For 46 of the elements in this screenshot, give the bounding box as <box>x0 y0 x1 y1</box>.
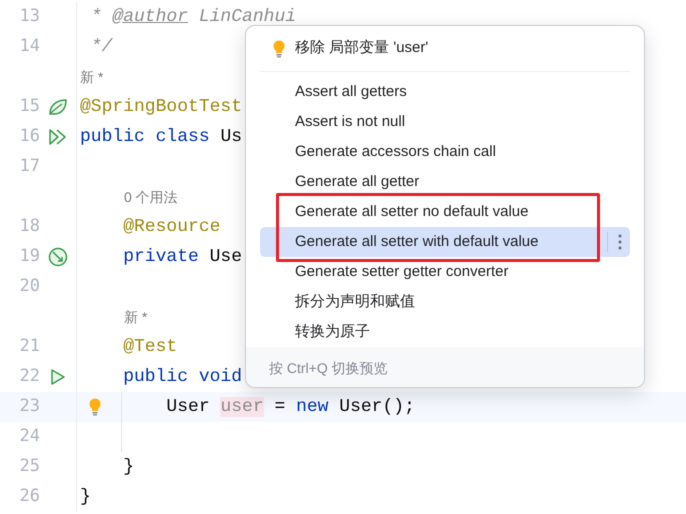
code-line: private Use <box>122 246 242 268</box>
popup-footer: 按 Ctrl+Q 切换预览 <box>269 358 388 378</box>
inlay-hint[interactable]: 新 * <box>124 306 148 328</box>
run-icon[interactable] <box>49 368 67 386</box>
code-line: @Resource <box>122 216 220 238</box>
bulb-icon[interactable] <box>273 40 285 58</box>
line-number: 19 <box>20 246 40 266</box>
line-number: 20 <box>20 276 40 296</box>
line-number: 13 <box>20 6 40 26</box>
line-number: 26 <box>20 486 40 506</box>
popup-header[interactable]: 移除 局部变量 'user' <box>295 37 428 60</box>
code-line: public class Us <box>80 126 242 148</box>
more-icon[interactable] <box>618 234 622 250</box>
menu-item[interactable]: 转换为原子 <box>260 317 630 347</box>
menu-item[interactable]: Generate all getter <box>260 167 630 197</box>
line-number: 17 <box>20 156 40 176</box>
bulb-icon[interactable] <box>89 398 101 416</box>
bean-icon[interactable] <box>48 247 68 267</box>
code-line: public void <box>122 366 242 388</box>
menu-item[interactable]: Assert all getters <box>260 77 630 107</box>
menu-item[interactable]: Generate setter getter converter <box>260 257 630 287</box>
menu-item[interactable]: Generate accessors chain call <box>260 137 630 167</box>
line-number: 23 <box>20 396 40 416</box>
code-line: } <box>80 486 91 508</box>
leaf-icon[interactable] <box>48 98 68 116</box>
line-number: 22 <box>20 366 40 386</box>
inlay-hint[interactable]: 0 个用法 <box>124 186 178 208</box>
code-line: } <box>122 456 134 478</box>
menu-item[interactable]: Generate all setter no default value <box>260 197 630 227</box>
double-run-icon[interactable] <box>48 128 68 146</box>
line-number: 16 <box>20 126 40 146</box>
line-number: 21 <box>20 336 40 356</box>
line-number: 14 <box>20 36 40 56</box>
line-number: 24 <box>20 426 40 446</box>
line-number: 18 <box>20 216 40 236</box>
line-number: 15 <box>20 96 40 116</box>
code-line: @SpringBootTest <box>80 96 242 118</box>
line-number: 25 <box>20 456 40 476</box>
menu-item[interactable]: Assert is not null <box>260 107 630 137</box>
inlay-hint[interactable]: 新 * <box>80 66 104 88</box>
code-line: @Test <box>122 336 178 358</box>
code-line: * @author LinCanhui <box>90 6 296 28</box>
code-line: User user = new User(); <box>165 396 415 418</box>
menu-item[interactable]: Generate all setter with default value <box>260 227 630 257</box>
menu-item[interactable]: 拆分为声明和赋值 <box>260 287 630 317</box>
code-line: */ <box>90 36 112 58</box>
